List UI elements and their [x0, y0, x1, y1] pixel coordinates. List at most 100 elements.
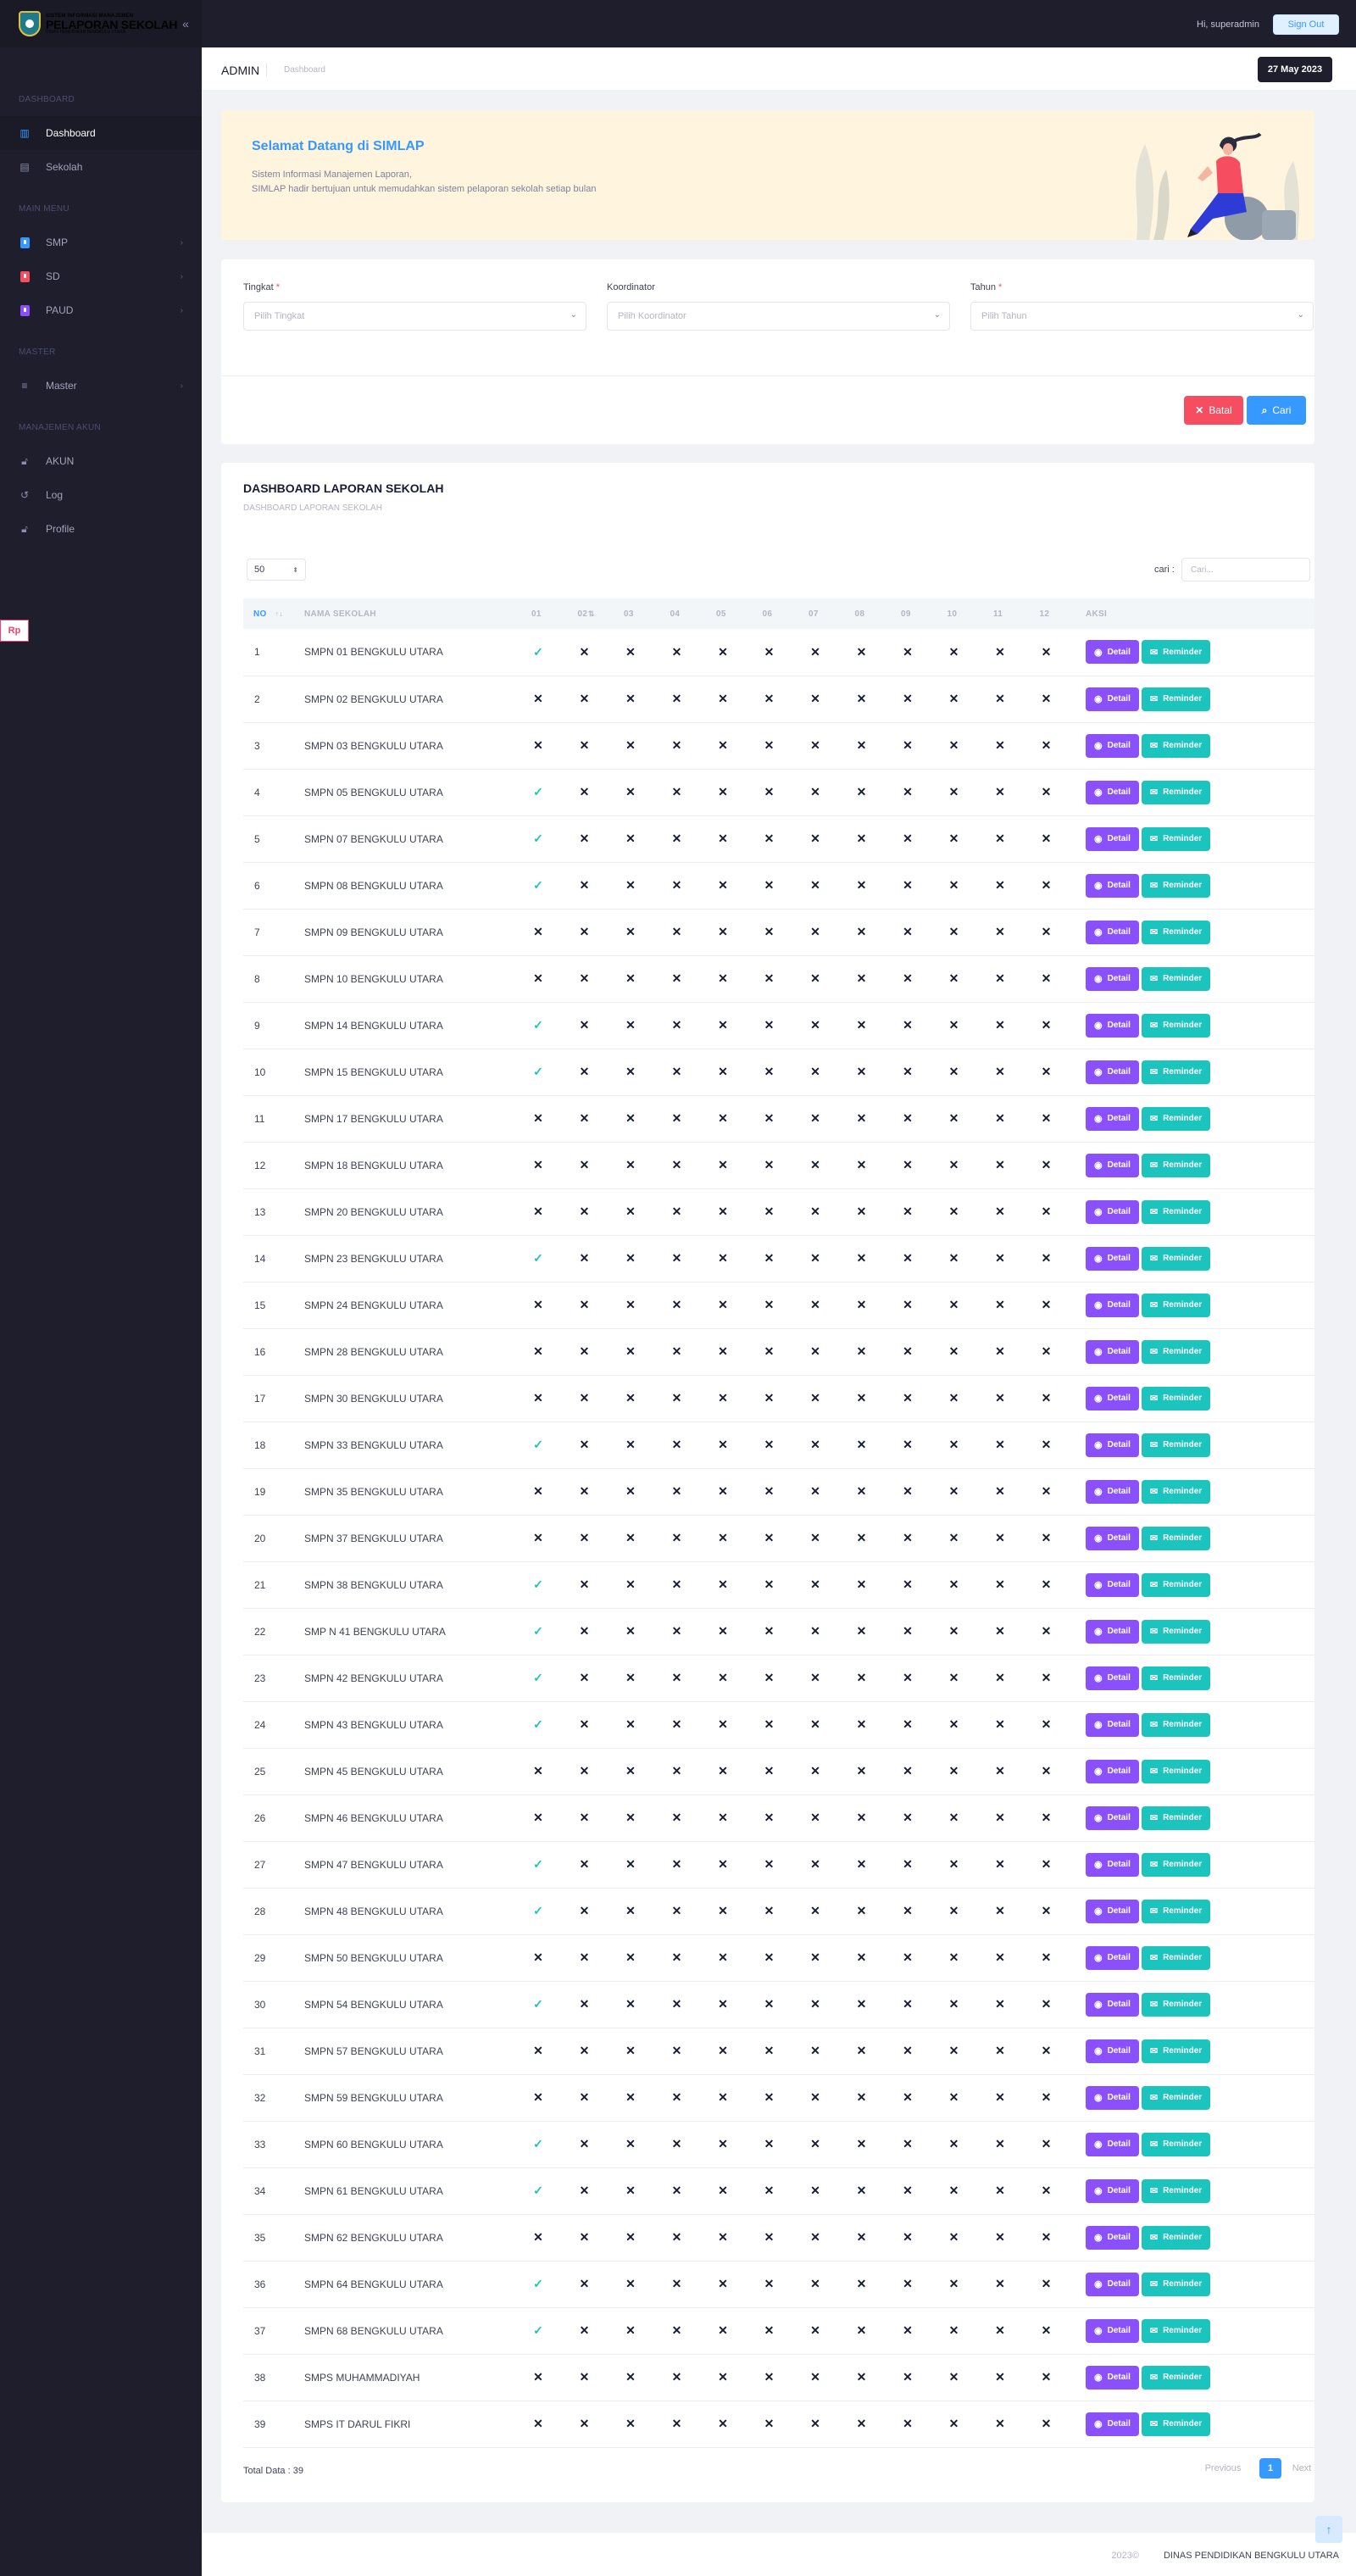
- search-input[interactable]: [1181, 558, 1310, 581]
- reminder-button[interactable]: ✉ Reminder: [1141, 640, 1211, 665]
- detail-button[interactable]: ◉ Detail: [1086, 687, 1139, 711]
- reminder-button[interactable]: ✉ Reminder: [1141, 1666, 1211, 1690]
- reminder-button[interactable]: ✉ Reminder: [1141, 1945, 1211, 1970]
- reminder-button[interactable]: ✉ Reminder: [1141, 1619, 1211, 1644]
- reminder-button[interactable]: ✉ Reminder: [1141, 1106, 1211, 1131]
- detail-button[interactable]: ◉ Detail: [1086, 1106, 1139, 1131]
- koordinator-select[interactable]: Pilih Koordinator ⌄: [607, 302, 950, 331]
- reminder-button[interactable]: ✉ Reminder: [1141, 687, 1211, 711]
- reminder-button[interactable]: ✉ Reminder: [1141, 1572, 1211, 1597]
- reminder-button[interactable]: ✉ Reminder: [1141, 2318, 1211, 2343]
- detail-button[interactable]: ◉ Detail: [1086, 1945, 1139, 1970]
- tahun-select[interactable]: Pilih Tahun ⌄: [970, 302, 1314, 331]
- detail-button[interactable]: ◉ Detail: [1086, 1433, 1139, 1457]
- batal-button[interactable]: ✕ Batal: [1184, 396, 1243, 425]
- sidebar-toggle-icon[interactable]: «: [182, 17, 189, 31]
- reminder-button[interactable]: ✉ Reminder: [1141, 1899, 1211, 1923]
- detail-button[interactable]: ◉ Detail: [1086, 1479, 1139, 1504]
- reminder-button[interactable]: ✉ Reminder: [1141, 873, 1211, 898]
- sidebar-item-akun[interactable]: 🔓︎ AKUN: [0, 444, 202, 478]
- detail-button[interactable]: ◉ Detail: [1086, 733, 1139, 758]
- reminder-button[interactable]: ✉ Reminder: [1141, 1852, 1211, 1877]
- detail-button[interactable]: ◉ Detail: [1086, 1899, 1139, 1923]
- detail-button[interactable]: ◉ Detail: [1086, 2039, 1139, 2063]
- reminder-button[interactable]: ✉ Reminder: [1141, 2412, 1211, 2436]
- column-header[interactable]: NAMA SEKOLAH ⇅: [294, 598, 594, 629]
- reminder-button[interactable]: ✉ Reminder: [1141, 733, 1211, 758]
- detail-button[interactable]: ◉ Detail: [1086, 1852, 1139, 1877]
- reminder-button[interactable]: ✉ Reminder: [1141, 1153, 1211, 1177]
- sidebar-item-smp[interactable]: SMP ›: [0, 225, 202, 259]
- float-badge-icon[interactable]: Rp: [0, 620, 29, 642]
- pagination-current-page[interactable]: 1: [1259, 2458, 1281, 2479]
- reminder-button[interactable]: ✉ Reminder: [1141, 2365, 1211, 2390]
- detail-button[interactable]: ◉ Detail: [1086, 2085, 1139, 2110]
- reminder-button[interactable]: ✉ Reminder: [1141, 920, 1211, 944]
- detail-button[interactable]: ◉ Detail: [1086, 920, 1139, 944]
- detail-button[interactable]: ◉ Detail: [1086, 1759, 1139, 1783]
- reminder-button[interactable]: ✉ Reminder: [1141, 1339, 1211, 1364]
- detail-button[interactable]: ◉ Detail: [1086, 1712, 1139, 1737]
- cari-button[interactable]: ⌕ Cari: [1247, 396, 1306, 425]
- detail-button[interactable]: ◉ Detail: [1086, 966, 1139, 991]
- reminder-button[interactable]: ✉ Reminder: [1141, 1712, 1211, 1737]
- reminder-button[interactable]: ✉ Reminder: [1141, 780, 1211, 804]
- detail-button[interactable]: ◉ Detail: [1086, 1153, 1139, 1177]
- detail-button[interactable]: ◉ Detail: [1086, 1526, 1139, 1550]
- detail-button[interactable]: ◉ Detail: [1086, 1293, 1139, 1317]
- reminder-button[interactable]: ✉ Reminder: [1141, 966, 1211, 991]
- reminder-button[interactable]: ✉ Reminder: [1141, 1433, 1211, 1457]
- sidebar-item-sd[interactable]: SD ›: [0, 259, 202, 293]
- detail-button[interactable]: ◉ Detail: [1086, 1805, 1139, 1830]
- reminder-button[interactable]: ✉ Reminder: [1141, 2132, 1211, 2156]
- brand[interactable]: SISTEM INFORMASI MANAJEMEN PELAPORAN SEK…: [0, 0, 202, 47]
- reminder-button[interactable]: ✉ Reminder: [1141, 2039, 1211, 2063]
- reminder-button[interactable]: ✉ Reminder: [1141, 2272, 1211, 2296]
- detail-button[interactable]: ◉ Detail: [1086, 1013, 1139, 1038]
- reminder-button[interactable]: ✉ Reminder: [1141, 2178, 1211, 2203]
- breadcrumb[interactable]: Dashboard: [284, 65, 325, 75]
- detail-button[interactable]: ◉ Detail: [1086, 1199, 1139, 1224]
- sidebar-item-sekolah[interactable]: ▤ Sekolah: [0, 150, 202, 184]
- reminder-button[interactable]: ✉ Reminder: [1141, 2085, 1211, 2110]
- sidebar-item-master[interactable]: ≡ Master ›: [0, 369, 202, 403]
- reminder-button[interactable]: ✉ Reminder: [1141, 1060, 1211, 1084]
- detail-button[interactable]: ◉ Detail: [1086, 2178, 1139, 2203]
- pagination-next[interactable]: Next: [1287, 2458, 1317, 2479]
- tingkat-select[interactable]: Pilih Tingkat ⌄: [243, 302, 586, 331]
- detail-button[interactable]: ◉ Detail: [1086, 826, 1139, 851]
- reminder-button[interactable]: ✉ Reminder: [1141, 2225, 1211, 2250]
- detail-button[interactable]: ◉ Detail: [1086, 1246, 1139, 1271]
- pagination-previous[interactable]: Previous: [1202, 2458, 1244, 2479]
- footer-org[interactable]: DINAS PENDIDIKAN BENGKULU UTARA: [1164, 2551, 1339, 2561]
- reminder-button[interactable]: ✉ Reminder: [1141, 1992, 1211, 2017]
- detail-button[interactable]: ◉ Detail: [1086, 2272, 1139, 2296]
- detail-button[interactable]: ◉ Detail: [1086, 2318, 1139, 2343]
- reminder-button[interactable]: ✉ Reminder: [1141, 1386, 1211, 1410]
- column-header[interactable]: NO ↑↓: [243, 598, 294, 629]
- reminder-button[interactable]: ✉ Reminder: [1141, 1013, 1211, 1038]
- sidebar-item-profile[interactable]: 🔓︎ Profile: [0, 512, 202, 546]
- reminder-button[interactable]: ✉ Reminder: [1141, 1759, 1211, 1783]
- scroll-top-icon[interactable]: ↑: [1315, 2516, 1342, 2543]
- page-length-select[interactable]: 50 ⬍: [247, 559, 306, 581]
- reminder-button[interactable]: ✉ Reminder: [1141, 1479, 1211, 1504]
- reminder-button[interactable]: ✉ Reminder: [1141, 1246, 1211, 1271]
- detail-button[interactable]: ◉ Detail: [1086, 2412, 1139, 2436]
- reminder-button[interactable]: ✉ Reminder: [1141, 826, 1211, 851]
- detail-button[interactable]: ◉ Detail: [1086, 1339, 1139, 1364]
- detail-button[interactable]: ◉ Detail: [1086, 1992, 1139, 2017]
- sidebar-item-log[interactable]: ↺ Log: [0, 478, 202, 512]
- reminder-button[interactable]: ✉ Reminder: [1141, 1805, 1211, 1830]
- reminder-button[interactable]: ✉ Reminder: [1141, 1526, 1211, 1550]
- sidebar-item-paud[interactable]: PAUD ›: [0, 293, 202, 327]
- detail-button[interactable]: ◉ Detail: [1086, 1060, 1139, 1084]
- detail-button[interactable]: ◉ Detail: [1086, 2132, 1139, 2156]
- signout-button[interactable]: Sign Out: [1273, 14, 1339, 35]
- detail-button[interactable]: ◉ Detail: [1086, 640, 1139, 665]
- detail-button[interactable]: ◉ Detail: [1086, 873, 1139, 898]
- sidebar-item-dashboard[interactable]: ▥ Dashboard: [0, 116, 202, 150]
- reminder-button[interactable]: ✉ Reminder: [1141, 1293, 1211, 1317]
- detail-button[interactable]: ◉ Detail: [1086, 1666, 1139, 1690]
- detail-button[interactable]: ◉ Detail: [1086, 780, 1139, 804]
